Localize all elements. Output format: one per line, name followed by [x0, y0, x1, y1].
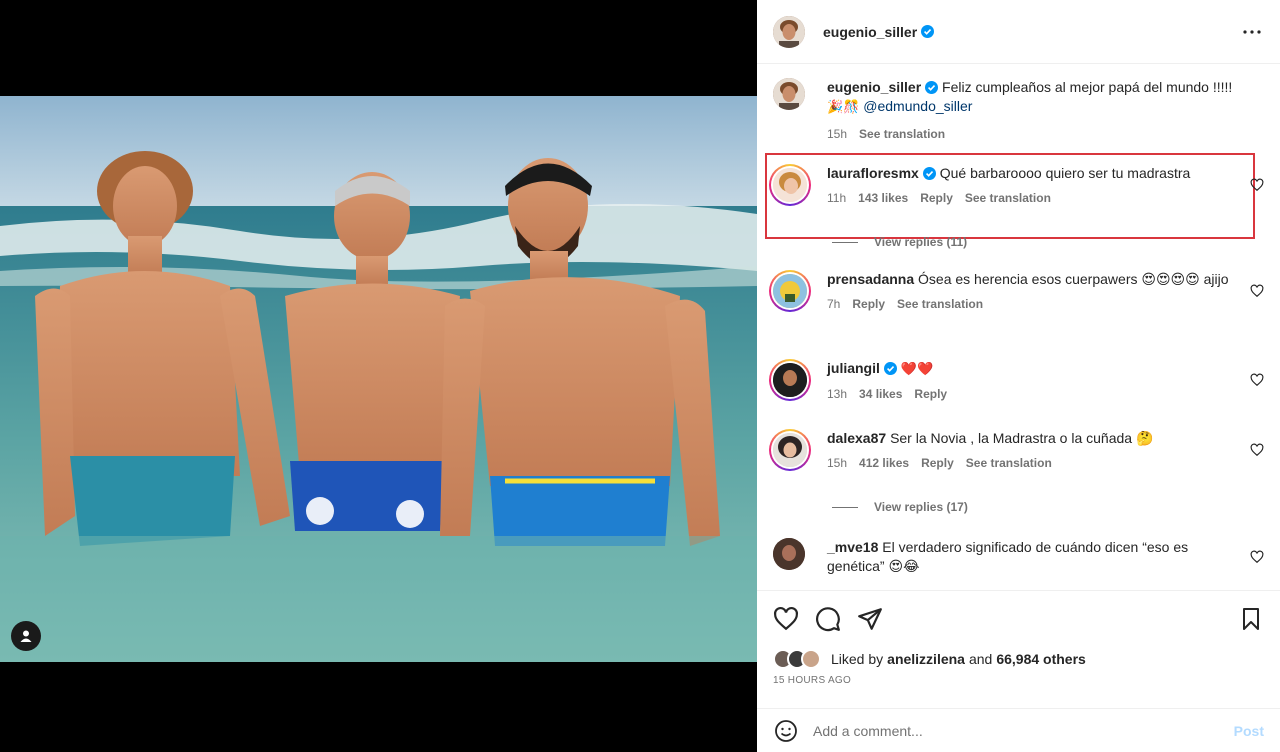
view-replies-button[interactable]: View replies (17): [832, 500, 968, 514]
post-photo[interactable]: [0, 96, 757, 662]
liker-avatar: [801, 649, 821, 669]
tagged-users-button[interactable]: [11, 621, 41, 651]
comment-username[interactable]: _mve18: [827, 539, 878, 555]
face-icon: [773, 15, 805, 48]
commenter-avatar: [773, 363, 807, 397]
like-comment-heart-icon[interactable]: [1250, 443, 1264, 457]
view-replies-button[interactable]: View replies (11): [832, 235, 967, 249]
author-avatar[interactable]: [773, 15, 805, 48]
see-translation-button[interactable]: See translation: [965, 189, 1051, 208]
face-icon: [773, 433, 807, 467]
comment-juliangil: juliangil ❤️❤️ 13h 34 likes Reply: [769, 359, 1268, 404]
reply-button[interactable]: Reply: [920, 189, 953, 208]
commenter-avatar: [773, 274, 807, 308]
share-button[interactable]: [857, 606, 883, 632]
likes-and: and: [968, 651, 993, 667]
face-icon: [773, 168, 807, 202]
add-comment-bar: Post: [757, 708, 1280, 752]
see-translation-button[interactable]: See translation: [966, 454, 1052, 473]
comment-username[interactable]: prensadanna: [827, 271, 914, 287]
verified-badge-icon: [922, 167, 936, 180]
reply-button[interactable]: Reply: [914, 385, 947, 404]
comment-username[interactable]: juliangil: [827, 360, 880, 376]
face-icon: [773, 538, 805, 570]
post-sidebar: eugenio_siller eugenio_siller Feliz cump…: [757, 0, 1280, 752]
comment-text: ❤️❤️: [900, 362, 934, 377]
story-ring[interactable]: [769, 164, 811, 206]
ellipsis-icon: [1243, 29, 1261, 34]
comment-laurafloresmx: laurafloresmx Qué barbaroooo quiero ser …: [769, 164, 1268, 208]
commenter-avatar[interactable]: [773, 538, 805, 570]
story-ring[interactable]: [769, 359, 811, 401]
like-button[interactable]: [773, 606, 799, 632]
story-ring[interactable]: [769, 270, 811, 312]
comment-text: Ósea es herencia esos cuerpawers 😍😍😍😍 aj…: [918, 271, 1229, 287]
face-icon: [773, 363, 807, 397]
caption-avatar[interactable]: [773, 78, 805, 110]
caption-emoji: 🎉🎊: [827, 100, 860, 115]
caption-mention[interactable]: @edmundo_siller: [863, 98, 972, 114]
comment-text: El verdadero significado de cuándo dicen…: [827, 539, 1189, 574]
comment-time[interactable]: 13h: [827, 385, 847, 404]
face-icon: [773, 78, 805, 110]
comment-mve18: _mve18 El verdadero significado de cuánd…: [773, 538, 1268, 576]
reply-button[interactable]: Reply: [852, 295, 885, 314]
smiley-icon: [775, 719, 797, 742]
view-replies-label: View replies (17): [874, 500, 968, 514]
verified-badge-icon: [925, 81, 939, 94]
comment-input[interactable]: [813, 722, 1234, 739]
user-icon: [20, 630, 32, 642]
comment-username[interactable]: dalexa87: [827, 430, 886, 446]
caption-username[interactable]: eugenio_siller: [827, 79, 921, 95]
comment-time[interactable]: 15h: [827, 454, 847, 473]
caption-see-translation[interactable]: See translation: [859, 125, 945, 144]
comment-username[interactable]: laurafloresmx: [827, 165, 919, 181]
comment-bubble-icon: [816, 607, 840, 632]
liker-avatars: [773, 649, 821, 669]
comment-text: Ser la Novia , la Madrastra o la cuñada …: [890, 430, 1154, 446]
comments-list: eugenio_siller Feliz cumpleaños al mejor…: [757, 64, 1280, 590]
see-translation-button[interactable]: See translation: [897, 295, 983, 314]
comment-time[interactable]: 7h: [827, 295, 840, 314]
reply-button[interactable]: Reply: [921, 454, 954, 473]
logo-icon: [773, 274, 807, 308]
more-options-button[interactable]: [1240, 20, 1264, 44]
view-replies-label: View replies (11): [874, 235, 968, 249]
commenter-avatar: [773, 168, 807, 202]
likes-prefix: Liked by: [831, 651, 884, 667]
comment-likes[interactable]: 34 likes: [859, 385, 902, 404]
verified-badge-icon: [883, 362, 897, 375]
comment-dalexa87: dalexa87 Ser la Novia , la Madrastra o l…: [769, 429, 1268, 473]
comment-button[interactable]: [815, 606, 841, 632]
like-comment-heart-icon[interactable]: [1250, 373, 1264, 387]
caption-text: Feliz cumpleaños al mejor papá del mundo…: [942, 79, 1233, 95]
like-comment-heart-icon[interactable]: [1250, 178, 1264, 192]
comment-likes[interactable]: 143 likes: [858, 189, 908, 208]
photo-pane: [0, 0, 757, 752]
post-timestamp[interactable]: 15 HOURS AGO: [773, 675, 1264, 686]
story-ring[interactable]: [769, 429, 811, 471]
liked-by-user[interactable]: anelizzilena: [887, 651, 965, 667]
comment-prensadanna: prensadanna Ósea es herencia esos cuerpa…: [769, 270, 1268, 314]
comment-likes[interactable]: 412 likes: [859, 454, 909, 473]
paper-plane-icon: [858, 608, 882, 630]
author-username[interactable]: eugenio_siller: [823, 24, 917, 40]
caption: eugenio_siller Feliz cumpleaños al mejor…: [773, 78, 1268, 144]
comment-text: Qué barbaroooo quiero ser tu madrastra: [939, 165, 1191, 181]
likes-summary: Liked by anelizzilena and 66,984 others: [773, 649, 1264, 669]
like-comment-heart-icon[interactable]: [1250, 284, 1264, 298]
post-header: eugenio_siller: [757, 0, 1280, 64]
heart-icon: [774, 606, 798, 631]
likes-others-count[interactable]: 66,984 others: [996, 651, 1086, 667]
post-comment-button[interactable]: Post: [1234, 723, 1264, 739]
commenter-avatar: [773, 433, 807, 467]
verified-badge-icon: [921, 25, 935, 38]
caption-time[interactable]: 15h: [827, 125, 847, 144]
bookmark-icon: [1243, 608, 1259, 630]
emoji-picker-button[interactable]: [773, 718, 799, 744]
save-button[interactable]: [1238, 606, 1264, 632]
like-comment-heart-icon[interactable]: [1250, 550, 1264, 564]
comment-time[interactable]: 11h: [827, 189, 846, 208]
